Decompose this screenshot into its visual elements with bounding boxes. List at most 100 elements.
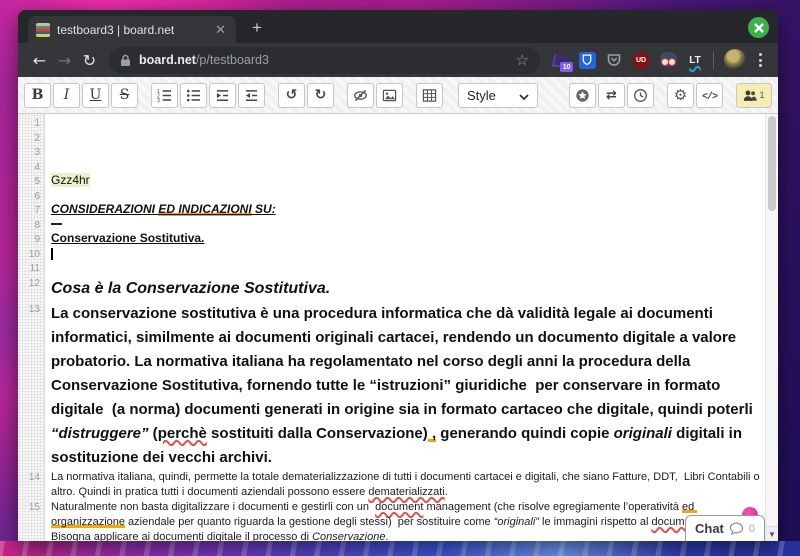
line-text[interactable]	[45, 189, 778, 203]
text-segment: La conservazione sostitutiva è una proce…	[51, 305, 761, 418]
bold-button[interactable]: B	[24, 83, 51, 108]
text-segment: ED INDICAZIONI	[158, 202, 251, 216]
line-text[interactable]: Naturalmente non basta digitalizzare i d…	[45, 500, 778, 542]
insert-image-button[interactable]	[376, 83, 403, 108]
line-text[interactable]: La normativa italiana, quindi, permette …	[45, 470, 778, 500]
address-bar[interactable]: board.net/p/testboard3 ☆	[109, 47, 540, 74]
line-text[interactable]: La conservazione sostitutiva è una proce…	[45, 302, 778, 470]
line-number: 15	[18, 500, 45, 515]
browser-tab[interactable]: testboard3 | board.net ✕	[28, 16, 236, 43]
browser-menu-button[interactable]	[751, 49, 769, 71]
chat-count: 0	[749, 523, 755, 535]
text-segment: “originali”	[494, 516, 539, 528]
line-text[interactable]	[45, 160, 778, 174]
line-text[interactable]	[45, 145, 778, 159]
unordered-list-button[interactable]	[180, 83, 207, 108]
toolbar-group	[347, 83, 405, 108]
window-close-button[interactable]	[748, 17, 769, 38]
extension-badge: 10	[560, 62, 573, 72]
new-tab-button[interactable]: +	[246, 17, 268, 39]
line-number: 1	[18, 116, 45, 131]
forward-button[interactable]: →	[52, 48, 77, 73]
pocket-extension-icon[interactable]	[605, 51, 623, 69]
shark-extension-icon[interactable]	[659, 51, 677, 69]
text-segment: SU:	[252, 202, 276, 216]
settings-button[interactable]: ⚙	[667, 83, 694, 108]
line-text[interactable]	[45, 261, 778, 275]
languagetool-extension-icon[interactable]: LT	[686, 51, 704, 69]
text-segment: .	[385, 531, 388, 542]
line-text[interactable]	[45, 218, 778, 232]
strikethrough-icon: S	[120, 86, 130, 104]
line-text[interactable]	[45, 116, 778, 130]
bookmark-star-icon[interactable]: ☆	[516, 51, 529, 69]
lock-icon	[120, 54, 131, 67]
scrollbar-thumb[interactable]	[768, 116, 776, 211]
text-segment: Gzz4hr	[51, 173, 90, 187]
insert-table-button[interactable]	[416, 83, 443, 108]
import-export-button[interactable]: ⇄	[598, 83, 625, 108]
clear-authorship-button[interactable]	[347, 83, 374, 108]
doc-line-8: 8	[18, 218, 778, 233]
indent-icon	[215, 88, 230, 103]
redo-button[interactable]: ↻	[307, 83, 334, 108]
chat-toggle[interactable]: Chat 0	[685, 515, 765, 541]
line-text[interactable]	[45, 131, 778, 145]
scrollbar[interactable]: ▼	[765, 114, 778, 541]
strikethrough-button[interactable]: S	[111, 83, 138, 108]
save-revision-button[interactable]	[569, 83, 596, 108]
ud-extension-icon[interactable]: UD	[632, 51, 650, 69]
embed-button[interactable]: </>	[696, 83, 723, 108]
indent-button[interactable]	[209, 83, 236, 108]
toolbar-group: 123	[151, 83, 267, 108]
reload-button[interactable]: ↻	[77, 48, 102, 73]
doc-line-4: 4	[18, 160, 778, 175]
unordered-list-icon	[186, 88, 201, 103]
style-dropdown[interactable]: Style	[458, 83, 538, 108]
bitwarden-extension-icon[interactable]	[578, 51, 596, 69]
outdent-button[interactable]	[238, 83, 265, 108]
doc-line-3: 3	[18, 145, 778, 160]
toolbar-group: BIUS	[24, 83, 140, 108]
style-dropdown-value: Style	[467, 88, 496, 103]
users-icon	[743, 89, 758, 102]
line-text[interactable]: CONSIDERAZIONI ED INDICAZIONI SU:	[45, 203, 778, 217]
doc-line-9: 9Conservazione Sostitutiva.	[18, 232, 778, 247]
undo-button[interactable]: ↺	[278, 83, 305, 108]
line-text[interactable]: Gzz4hr	[45, 174, 778, 188]
text-segment: management (che risolve egregiamente l’o…	[423, 501, 682, 513]
users-button[interactable]: 1	[736, 83, 772, 108]
page-content: BIUS123↺↻ Style ⇄⚙</> 1	[18, 77, 778, 541]
profile-avatar[interactable]	[724, 49, 746, 71]
underline-button[interactable]: U	[82, 83, 109, 108]
scroll-down-button[interactable]: ▼	[766, 526, 778, 541]
line-number: 8	[18, 218, 45, 233]
tab-close-icon[interactable]: ✕	[213, 22, 228, 37]
doc-line-12: 12Cosa è la Conservazione Sostitutiva.	[18, 276, 778, 302]
text-segment: CONSIDERAZIONI	[51, 202, 158, 216]
browser-window: testboard3 | board.net ✕ + ← → ↻ board.n…	[18, 10, 778, 541]
text-segment: document	[375, 501, 423, 513]
line-number: 2	[18, 131, 45, 146]
ordered-list-button[interactable]: 123	[151, 83, 178, 108]
x-icon	[754, 23, 764, 33]
line-text[interactable]	[45, 247, 778, 261]
text-segment: aziendale per quanto riguarda la gestion…	[125, 516, 494, 528]
line-text[interactable]: Conservazione Sostitutiva.	[45, 232, 778, 246]
text-segment: Conservazione Sostitutiva.	[51, 231, 204, 245]
text-segment: .	[445, 486, 448, 498]
tab-favicon-icon	[36, 23, 50, 37]
italic-button[interactable]: I	[53, 83, 80, 108]
insert-table-icon	[422, 88, 437, 103]
editor-document[interactable]: 12345Gzz4hr67CONSIDERAZIONI ED INDICAZIO…	[18, 114, 778, 541]
timeslider-button[interactable]	[627, 83, 654, 108]
text-segment: originali	[614, 425, 672, 442]
purple-extension-icon[interactable]: 10	[551, 51, 569, 69]
line-number: 14	[18, 470, 45, 485]
url-text: board.net/p/testboard3	[139, 53, 269, 67]
doc-line-7: 7CONSIDERAZIONI ED INDICAZIONI SU:	[18, 203, 778, 218]
insert-image-icon	[382, 88, 397, 103]
back-button[interactable]: ←	[27, 48, 52, 73]
line-number: 4	[18, 160, 45, 175]
line-text[interactable]: Cosa è la Conservazione Sostitutiva.	[45, 276, 778, 302]
